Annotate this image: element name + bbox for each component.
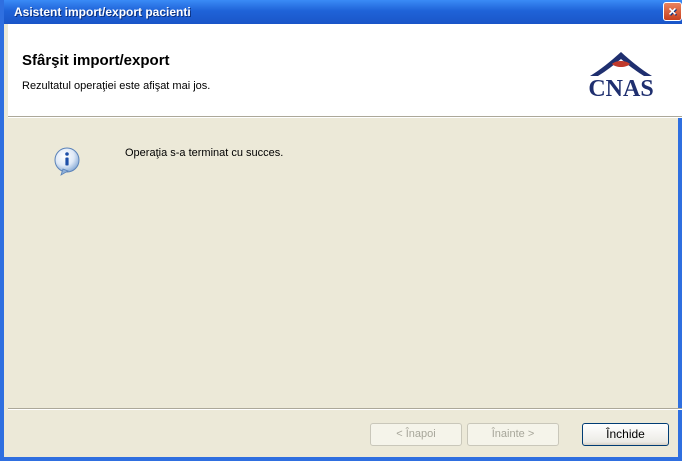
footer-divider	[8, 408, 682, 410]
logo-text: CNAS	[588, 76, 654, 102]
back-button[interactable]: < Înapoi	[370, 423, 462, 446]
result-message: Operaţia s-a terminat cu succes.	[125, 147, 284, 159]
info-icon	[52, 145, 84, 177]
close-button[interactable]: Închide	[582, 423, 669, 446]
page-subtitle: Rezultatul operaţiei este afişat mai jos…	[22, 80, 211, 92]
title-bar[interactable]: Asistent import/export pacienti ×	[4, 0, 682, 24]
window-title: Asistent import/export pacienti	[14, 5, 191, 19]
close-icon: ×	[668, 3, 677, 19]
wizard-header: Sfârşit import/export Rezultatul operaţi…	[8, 24, 682, 116]
page-title: Sfârşit import/export	[22, 52, 170, 69]
wizard-window: Asistent import/export pacienti × Sfârşi…	[0, 0, 682, 461]
cnas-logo: CNAS	[576, 50, 666, 106]
header-divider	[8, 116, 682, 118]
close-window-button[interactable]: ×	[663, 2, 682, 21]
next-button[interactable]: Înainte >	[467, 423, 559, 446]
